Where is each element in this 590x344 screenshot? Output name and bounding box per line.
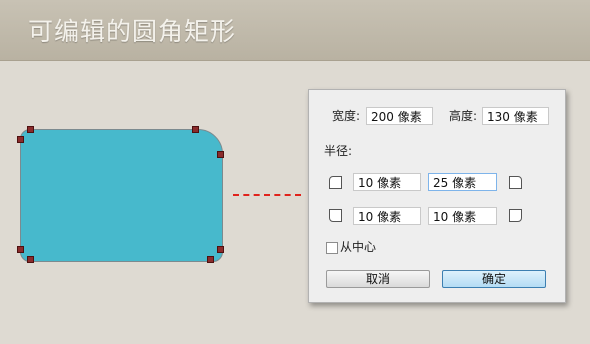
- corner-bottom-left-icon: [329, 209, 342, 222]
- ok-button[interactable]: 确定: [442, 270, 546, 288]
- resize-handle-top-left[interactable]: [27, 126, 34, 133]
- radius-bottom-left-field[interactable]: 10 像素: [353, 207, 421, 225]
- resize-handle-bottom-right[interactable]: [207, 256, 214, 263]
- rounded-rect-properties-dialog: 宽度: 200 像素 高度: 130 像素 半径: 10 像素 25 像素 10…: [308, 89, 566, 303]
- width-field[interactable]: 200 像素: [366, 107, 433, 125]
- dashed-connector-line: [233, 194, 301, 196]
- resize-handle-left-bottom[interactable]: [17, 246, 24, 253]
- cancel-button[interactable]: 取消: [326, 270, 430, 288]
- resize-handle-top-right[interactable]: [192, 126, 199, 133]
- height-label: 高度:: [449, 109, 478, 123]
- resize-handle-right-top[interactable]: [217, 151, 224, 158]
- height-field[interactable]: 130 像素: [482, 107, 549, 125]
- radius-label: 半径:: [324, 144, 353, 158]
- resize-handle-bottom-left[interactable]: [27, 256, 34, 263]
- resize-handle-right-bottom[interactable]: [217, 246, 224, 253]
- rounded-rectangle-shape[interactable]: [20, 129, 223, 262]
- title-bar: 可编辑的圆角矩形: [0, 0, 590, 61]
- from-center-label: 从中心: [340, 240, 377, 254]
- width-label: 宽度:: [332, 109, 361, 123]
- radius-top-left-field[interactable]: 10 像素: [353, 173, 421, 191]
- corner-top-right-icon: [509, 176, 522, 189]
- corner-bottom-right-icon: [509, 209, 522, 222]
- page-title: 可编辑的圆角矩形: [28, 17, 237, 46]
- radius-top-right-field[interactable]: 25 像素: [428, 173, 497, 191]
- from-center-checkbox[interactable]: [326, 242, 338, 254]
- radius-bottom-right-field[interactable]: 10 像素: [428, 207, 497, 225]
- resize-handle-left-top[interactable]: [17, 136, 24, 143]
- corner-top-left-icon: [329, 176, 342, 189]
